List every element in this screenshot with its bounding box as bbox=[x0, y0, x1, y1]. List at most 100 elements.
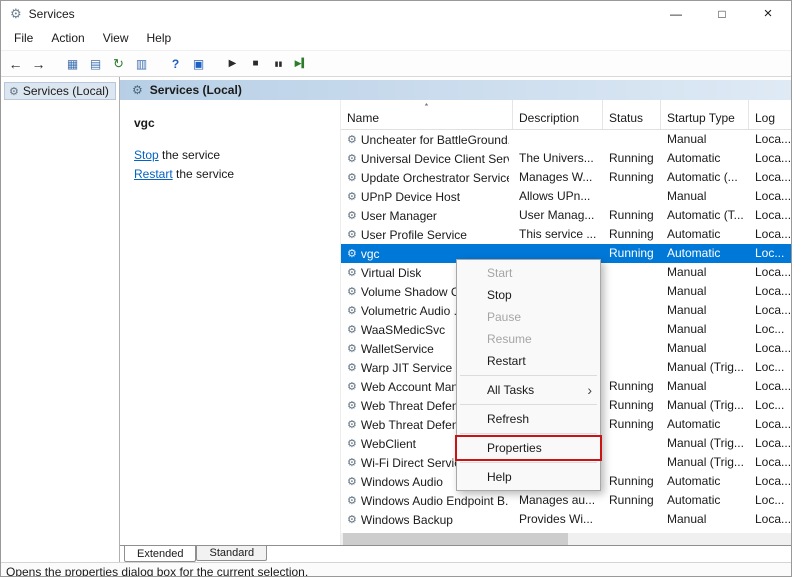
context-menu-item-restart[interactable]: Restart bbox=[457, 350, 600, 372]
cell-startup: Manual bbox=[667, 512, 707, 526]
column-header-description[interactable]: Description bbox=[513, 100, 603, 129]
menu-file[interactable]: File bbox=[5, 28, 42, 48]
cell-status: Running bbox=[609, 208, 654, 222]
table-row[interactable]: ⚙ Universal Device Client Serv... The Univ… bbox=[341, 149, 791, 168]
stop-service-line: Stop the service bbox=[134, 146, 340, 165]
cell-status bbox=[603, 339, 661, 358]
cell-status: Running bbox=[609, 417, 654, 431]
tab-standard[interactable]: Standard bbox=[196, 546, 268, 561]
help-topics-icon[interactable]: ▣ bbox=[187, 53, 210, 75]
context-menu: Start Stop Pause Resume Restart All Tasks › Ref… bbox=[455, 259, 602, 491]
cell-status: Running bbox=[609, 151, 654, 165]
service-gear-icon: ⚙ bbox=[347, 134, 357, 146]
context-menu-item-help[interactable]: Help bbox=[457, 466, 600, 488]
tree-item-services-local[interactable]: ⚙ Services (Local) bbox=[4, 82, 116, 100]
menu-action[interactable]: Action bbox=[42, 28, 93, 48]
selected-service-name: vgc bbox=[134, 116, 155, 130]
cell-startup: Automatic bbox=[667, 474, 721, 488]
service-gear-icon: ⚙ bbox=[347, 343, 357, 355]
services-app-icon: ⚙ bbox=[10, 5, 22, 21]
service-gear-icon: ⚙ bbox=[347, 324, 357, 336]
cell-status bbox=[603, 320, 661, 339]
service-gear-icon: ⚙ bbox=[347, 381, 357, 393]
tab-extended[interactable]: Extended bbox=[124, 546, 197, 562]
cell-logon: Loca... bbox=[755, 151, 791, 165]
table-row[interactable]: ⚙ Windows Backup Provides Wi... Manual Loca.… bbox=[341, 510, 791, 529]
restart-service-link[interactable]: Restart bbox=[134, 167, 173, 181]
stop-service-link[interactable]: Stop bbox=[134, 148, 159, 162]
cell-startup: Automatic (... bbox=[667, 170, 738, 184]
cell-startup: Manual (Trig... bbox=[667, 360, 744, 374]
menu-separator bbox=[460, 375, 597, 376]
menu-separator bbox=[460, 462, 597, 463]
cell-status bbox=[603, 263, 661, 282]
start-service-icon[interactable]: ▶ bbox=[221, 53, 244, 75]
table-row[interactable]: ⚙ Windows Audio Endpoint B... Manages au..… bbox=[341, 491, 791, 510]
cell-status bbox=[603, 358, 661, 377]
table-row[interactable]: ⚙ User Manager User Manag... Running Automat… bbox=[341, 206, 791, 225]
stop-service-icon[interactable]: ■ bbox=[244, 53, 267, 75]
context-menu-item-refresh[interactable]: Refresh bbox=[457, 408, 600, 430]
table-row[interactable]: ⚙ UPnP Device Host Allows UPn... Manual Loca… bbox=[341, 187, 791, 206]
table-row[interactable]: ⚙ User Profile Service This service ... Run… bbox=[341, 225, 791, 244]
main-area: ⚙ Services (Local) ⚙ Services (Local) vg… bbox=[1, 77, 791, 562]
cell-startup: Manual (Trig... bbox=[667, 398, 744, 412]
horizontal-scrollbar[interactable] bbox=[341, 533, 791, 545]
context-menu-item-start: Start bbox=[487, 266, 513, 280]
context-menu-item-properties[interactable]: Properties bbox=[455, 435, 602, 461]
cell-logon: Loca... bbox=[755, 341, 791, 355]
cell-name: ⚙ Uncheater for BattleGround... bbox=[347, 132, 509, 147]
minimize-button[interactable]: — bbox=[653, 1, 699, 26]
service-gear-icon: ⚙ bbox=[347, 514, 357, 526]
forward-icon[interactable]: → bbox=[27, 53, 50, 75]
column-header-status[interactable]: Status bbox=[603, 100, 661, 129]
menu-view[interactable]: View bbox=[94, 28, 138, 48]
scrollbar-thumb[interactable] bbox=[343, 533, 568, 545]
cell-description: Manages W... bbox=[519, 170, 593, 184]
service-gear-icon: ⚙ bbox=[347, 362, 357, 374]
help-icon[interactable]: ? bbox=[164, 53, 187, 75]
table-row[interactable]: ⚙ Update Orchestrator Service Manages W...… bbox=[341, 168, 791, 187]
menubar: File Action View Help bbox=[1, 26, 791, 50]
cell-name: ⚙ Windows Audio Endpoint B... bbox=[347, 493, 509, 508]
column-header-logon[interactable]: Log bbox=[749, 100, 791, 129]
context-menu-item-stop[interactable]: Stop bbox=[457, 284, 600, 306]
cell-name: ⚙ Update Orchestrator Service bbox=[347, 170, 509, 185]
pause-service-icon[interactable]: ▮▮ bbox=[267, 53, 290, 75]
context-menu-item-all-tasks[interactable]: All Tasks › bbox=[457, 379, 600, 401]
cell-startup: Automatic bbox=[667, 151, 721, 165]
cell-startup: Manual bbox=[667, 265, 707, 279]
close-button[interactable]: × bbox=[745, 1, 791, 26]
back-icon[interactable]: ← bbox=[4, 53, 27, 75]
restart-service-line: Restart the service bbox=[134, 165, 340, 184]
cell-name: ⚙ Universal Device Client Serv... bbox=[347, 151, 509, 166]
cell-status bbox=[603, 434, 661, 453]
table-row[interactable]: ⚙ Uncheater for BattleGround... Manual Loca… bbox=[341, 130, 791, 149]
menu-separator bbox=[460, 404, 597, 405]
properties-icon[interactable]: ▥ bbox=[130, 53, 153, 75]
service-gear-icon: ⚙ bbox=[347, 495, 357, 507]
cell-logon: Loc... bbox=[755, 246, 785, 260]
content-header: ⚙ Services (Local) bbox=[120, 80, 791, 100]
menu-help[interactable]: Help bbox=[138, 28, 181, 48]
service-action-links: Stop the service Restart the service bbox=[134, 146, 340, 184]
cell-description: Manages au... bbox=[519, 493, 596, 507]
cell-logon: Loc... bbox=[755, 360, 785, 374]
sort-ascending-icon: ▲ bbox=[423, 102, 430, 108]
refresh-icon[interactable]: ↻ bbox=[107, 53, 130, 75]
titlebar: ⚙ Services — □ × bbox=[1, 1, 791, 26]
cell-status bbox=[603, 282, 661, 301]
export-list-icon[interactable]: ▤ bbox=[84, 53, 107, 75]
maximize-button[interactable]: □ bbox=[699, 1, 745, 26]
tree-item-label: Services (Local) bbox=[22, 84, 109, 98]
cell-startup: Manual bbox=[667, 284, 707, 298]
show-console-tree-icon[interactable]: ▦ bbox=[61, 53, 84, 75]
cell-logon: Loca... bbox=[755, 284, 791, 298]
cell-status bbox=[603, 130, 661, 149]
window-controls: — □ × bbox=[653, 1, 791, 26]
restart-service-icon[interactable]: ▶▍ bbox=[290, 53, 313, 75]
column-header-startup[interactable]: Startup Type bbox=[661, 100, 749, 129]
cell-logon: Loca... bbox=[755, 189, 791, 203]
column-header-name[interactable]: Name ▲ bbox=[341, 100, 513, 129]
toolbar: ← → ▦ ▤ ↻ ▥? ▣ ▶ ■ ▮▮ ▶▍ bbox=[1, 50, 791, 77]
